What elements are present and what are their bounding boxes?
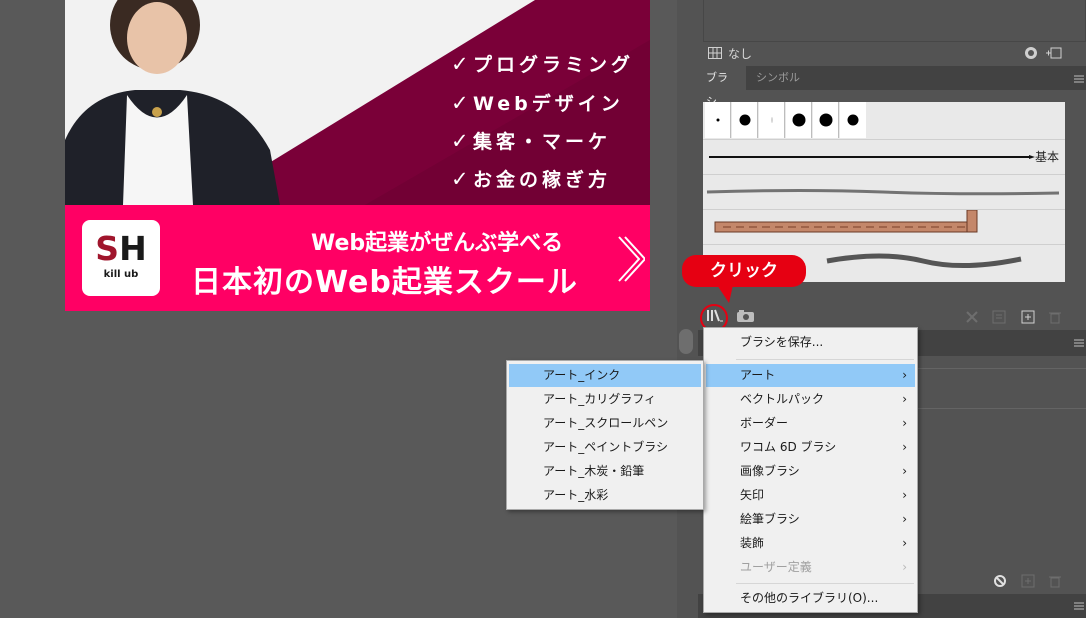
banner-cta-strip: SH kill ub Web起業がぜんぶ学べる 日本初のWeb起業スクール: [65, 205, 650, 311]
brush-dot-2[interactable]: [732, 102, 758, 138]
chevron-right-icon: ›: [902, 536, 907, 550]
menu-item-border[interactable]: ボーダー ›: [706, 412, 915, 435]
brush-dot-4[interactable]: [786, 102, 812, 138]
panel-menu-icon[interactable]: [1074, 75, 1084, 83]
art-submenu: アート_インク アート_カリグラフィ アート_スクロールペン アート_ペイントブ…: [506, 360, 704, 510]
swatch-preview-area: [703, 0, 1086, 42]
callout-tail: [717, 285, 733, 303]
chevron-right-icon: ›: [902, 464, 907, 478]
scrollbar-thumb[interactable]: [679, 329, 693, 354]
menu-item-arrows[interactable]: 矢印 ›: [706, 484, 915, 507]
new-item-icon: [1021, 574, 1035, 588]
banner-artwork: ✓プログラミング ✓Webデザイン ✓集客・マーケ ✓お金の稼ぎ方 SH kil…: [65, 0, 650, 311]
brush-row-charcoal[interactable]: [703, 174, 1065, 208]
submenu-item-art-ink[interactable]: アート_インク: [509, 364, 701, 387]
options-icon: [992, 310, 1006, 324]
menu-item-wacom[interactable]: ワコム 6D ブラシ ›: [706, 436, 915, 459]
chevron-right-icon: ›: [902, 416, 907, 430]
swatch-library-icon[interactable]: [708, 47, 722, 59]
brush-row-basic[interactable]: 基本: [703, 139, 1065, 173]
chevron-right-icon: ›: [902, 560, 907, 574]
check-icon: ✓: [451, 167, 473, 191]
chevron-right-icon: ›: [902, 488, 907, 502]
check-icon: ✓: [451, 52, 473, 76]
menu-item-vector-pack[interactable]: ベクトルパック ›: [706, 388, 915, 411]
panel-menu-icon[interactable]: [1074, 339, 1084, 347]
menu-item-art[interactable]: アート ›: [706, 364, 915, 387]
submenu-item-art-scroll-pen[interactable]: アート_スクロールペン: [509, 412, 701, 435]
feature-item: ✓Webデザイン: [451, 91, 624, 115]
chevron-right-icon: ›: [902, 512, 907, 526]
check-icon: ✓: [451, 91, 473, 115]
brush-tabbar: ブラシ シンボル: [698, 66, 1086, 108]
brush-dot-1[interactable]: [705, 102, 731, 138]
feature-item: ✓集客・マーケ: [451, 129, 612, 153]
menu-item-image-brush[interactable]: 画像ブラシ ›: [706, 460, 915, 483]
menu-item-decorative[interactable]: 装飾 ›: [706, 532, 915, 555]
basic-stroke-preview: [709, 155, 1035, 159]
banner-subtitle: Web起業がぜんぶ学べる: [311, 231, 564, 256]
chevron-right-icon: ›: [902, 368, 907, 382]
submenu-item-art-charcoal[interactable]: アート_木炭・鉛筆: [509, 460, 701, 483]
feature-item: ✓プログラミング: [451, 52, 635, 76]
trash-icon: [1049, 576, 1061, 588]
pattern-stroke-preview: [714, 210, 978, 233]
chevron-right-icon: [618, 236, 645, 282]
brush-library-menu: ブラシを保存... アート › ベクトルパック › ボーダー › ワコム 6D ブラシ…: [703, 327, 918, 613]
brush-dot-5[interactable]: [813, 102, 839, 138]
swatch-footer: なし: [698, 42, 1086, 64]
menu-item-other-library[interactable]: その他のライブラリ(O)...: [706, 587, 915, 610]
brush-dot-3[interactable]: [759, 102, 785, 138]
menu-item-user-defined: ユーザー定義 ›: [706, 556, 915, 579]
menu-item-bristle[interactable]: 絵筆ブラシ ›: [706, 508, 915, 531]
submenu-item-art-watercolor[interactable]: アート_水彩: [509, 484, 701, 507]
chevron-right-icon: ›: [902, 392, 907, 406]
brush-basic-label: 基本: [1034, 150, 1059, 164]
panel-menu-icon[interactable]: [1074, 602, 1084, 610]
brush-dot-6[interactable]: [840, 102, 866, 138]
chevron-right-icon: ›: [902, 440, 907, 454]
feature-item: ✓お金の稼ぎ方: [451, 167, 612, 191]
check-icon: ✓: [451, 129, 473, 153]
trash-icon: [1049, 312, 1061, 324]
banner-title: 日本初のWeb起業スクール: [191, 265, 578, 300]
new-brush-icon[interactable]: [1021, 310, 1035, 324]
add-swatch-icon[interactable]: [1046, 46, 1062, 60]
tab-symbol[interactable]: シンボル: [748, 66, 808, 90]
charcoal-stroke-preview: [706, 189, 1060, 196]
brush-row-pattern[interactable]: [703, 209, 1065, 243]
panel-divider: [677, 0, 698, 618]
submenu-item-art-calligraphy[interactable]: アート_カリグラフィ: [509, 388, 701, 411]
click-callout: クリック: [682, 255, 806, 287]
swatch-label: なし: [728, 47, 753, 61]
brush-library-icon[interactable]: [706, 309, 724, 323]
tab-brush[interactable]: ブラシ: [698, 66, 746, 108]
submenu-item-art-paintbrush[interactable]: アート_ペイントブラシ: [509, 436, 701, 459]
no-symbol-icon[interactable]: [993, 574, 1007, 588]
shillub-logo: SH kill ub: [82, 220, 160, 296]
remove-stroke-icon: [966, 311, 978, 323]
menu-item-save-brushes[interactable]: ブラシを保存...: [706, 331, 915, 354]
brush-library-panel-icon[interactable]: [736, 309, 756, 323]
globe-icon[interactable]: [1024, 46, 1038, 60]
